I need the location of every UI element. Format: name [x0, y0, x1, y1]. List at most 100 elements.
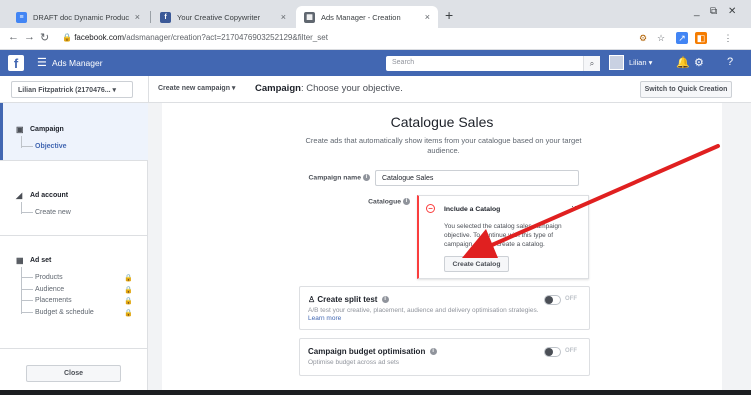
facebook-icon: f	[160, 11, 171, 23]
divider	[0, 348, 148, 349]
docs-icon: ≡	[16, 11, 27, 23]
address-bar-row: ← → ↻ 🔒 facebook.com/adsmanager/creation…	[0, 28, 751, 50]
url-field[interactable]: 🔒 facebook.com/adsmanager/creation?act=2…	[62, 33, 328, 42]
ad-set-icon: ▦	[16, 256, 24, 265]
avatar[interactable]	[609, 55, 624, 70]
budget-optimisation-description: Optimise budget across ad sets	[308, 359, 400, 366]
sidebar-section-label: Ad set	[30, 257, 52, 264]
budget-optimisation-title: Campaign budget optimisation i	[308, 347, 437, 356]
account-selector-label: Lilian Fitzpatrick (2170476...	[18, 87, 111, 94]
close-tab-icon[interactable]: ×	[281, 12, 286, 22]
info-icon[interactable]: i	[381, 296, 389, 304]
sidebar-item-label: Create new	[35, 209, 71, 216]
catalogue-label: Catalogue i	[322, 198, 410, 205]
browser-tab-strip: ≡ DRAFT doc Dynamic Product Ad × f Your …	[0, 0, 751, 28]
campaign-name-input[interactable]: Catalogue Sales	[375, 170, 579, 186]
bell-icon[interactable]: 🔔	[676, 56, 690, 69]
sidebar-item-label: Budget & schedule	[35, 309, 94, 316]
create-catalog-button[interactable]: Create Catalog	[444, 256, 509, 272]
app-title: Ads Manager	[52, 58, 103, 68]
toggle-knob	[545, 296, 553, 304]
split-test-title-text: Create split test	[317, 295, 378, 304]
lock-icon: 🔒	[124, 298, 133, 305]
sidebar-item-placements: Placements	[21, 297, 72, 304]
split-test-toggle[interactable]	[544, 295, 561, 305]
catalog-required-box: − Include a Catalog ··· You selected the…	[417, 195, 589, 279]
split-test-desc-text: A/B test your creative, placement, audie…	[308, 307, 539, 314]
search-input[interactable]: Search ⌕	[386, 56, 600, 71]
url-path: /adsmanager/creation?act=217047690325212…	[124, 33, 328, 42]
sidebar-section-label: Ad account	[30, 192, 69, 199]
tab-separator	[150, 11, 151, 23]
ads-manager-header: f ☰ Ads Manager Search ⌕ Lilian ▾ 🔔 ⚙ ?	[0, 50, 751, 76]
breadcrumb: Campaign: Choose your objective.	[255, 83, 403, 94]
lock-icon: 🔒	[124, 310, 133, 317]
info-icon[interactable]: i	[363, 174, 370, 181]
user-name[interactable]: Lilian ▾	[629, 58, 652, 67]
browser-tab-ads-manager[interactable]: ▦ Ads Manager - Creation ×	[296, 6, 438, 28]
catalogue-label-text: Catalogue	[368, 198, 401, 206]
sidebar-item-budget-schedule: Budget & schedule	[21, 309, 94, 316]
budget-optimisation-toggle[interactable]	[544, 347, 561, 357]
create-campaign-dropdown[interactable]: Create new campaign ▾	[158, 84, 235, 92]
sidebar-section-ad-account[interactable]: ◢ Ad account	[16, 191, 68, 200]
split-test-icon: ♙	[308, 295, 316, 304]
help-icon[interactable]: ?	[727, 56, 733, 68]
browser-tab-copywriter[interactable]: f Your Creative Copywriter ×	[152, 6, 294, 28]
creation-sidebar: ▣ Campaign Objective ◢ Ad account Create n…	[0, 103, 148, 390]
objective-description: Create ads that automatically show items…	[305, 136, 582, 155]
lock-icon: 🔒	[124, 275, 133, 282]
catalog-box-title: Include a Catalog	[444, 206, 501, 213]
browser-menu-icon[interactable]: ⋮	[722, 32, 734, 44]
sidebar-item-audience: Audience	[21, 286, 64, 293]
sidebar-item-label: Audience	[35, 286, 65, 293]
budget-optimisation-state: OFF	[565, 348, 577, 354]
browser-tab-docs[interactable]: ≡ DRAFT doc Dynamic Product Ad ×	[8, 6, 148, 28]
sidebar-item-create-new[interactable]: Create new	[21, 209, 71, 216]
close-tab-icon[interactable]: ×	[425, 12, 430, 22]
extension-icon[interactable]: ◧	[695, 32, 707, 44]
extension-icon[interactable]: ↗	[676, 32, 688, 44]
divider	[0, 160, 148, 161]
scrollbar[interactable]	[722, 103, 751, 390]
close-window-icon[interactable]: ✕	[728, 6, 736, 17]
objective-panel: Catalogue Sales Create ads that automati…	[162, 103, 722, 390]
budget-opt-title-text: Campaign budget optimisation	[308, 347, 426, 356]
close-button[interactable]: Close	[26, 365, 121, 382]
extension-icon[interactable]: ⚙	[637, 32, 649, 44]
switch-quick-creation-button[interactable]: Switch to Quick Creation	[640, 81, 732, 98]
breadcrumb-bold: Campaign	[255, 83, 301, 94]
creation-subheader: Lilian Fitzpatrick (2170476... ▾ Create …	[0, 76, 751, 103]
minimize-icon[interactable]: _	[694, 6, 700, 17]
sidebar-item-objective[interactable]: Objective	[21, 143, 67, 150]
facebook-logo-icon[interactable]: f	[8, 55, 24, 71]
back-icon[interactable]: ←	[8, 31, 19, 43]
restore-icon[interactable]: ⧉	[710, 6, 717, 17]
account-selector[interactable]: Lilian Fitzpatrick (2170476... ▾	[11, 81, 133, 98]
info-icon[interactable]: i	[403, 198, 410, 205]
reload-icon[interactable]: ↻	[40, 31, 49, 44]
split-test-description: A/B test your creative, placement, audie…	[308, 307, 540, 323]
info-icon[interactable]: i	[429, 348, 437, 356]
search-icon[interactable]: ⌕	[583, 56, 600, 71]
url-host: facebook.com	[74, 33, 124, 42]
close-tab-icon[interactable]: ×	[135, 12, 140, 22]
breadcrumb-rest: : Choose your objective.	[300, 83, 403, 94]
more-options-icon[interactable]: ···	[571, 201, 580, 211]
sidebar-section-campaign[interactable]: ▣ Campaign	[16, 125, 64, 134]
error-icon: −	[426, 204, 435, 213]
sidebar-item-products: Products	[21, 274, 63, 281]
campaign-icon: ▣	[16, 125, 24, 134]
learn-more-link[interactable]: Learn more	[308, 315, 341, 322]
search-placeholder: Search	[392, 59, 415, 66]
forward-icon[interactable]: →	[24, 31, 35, 43]
create-campaign-label: Create new campaign	[158, 85, 230, 92]
page-title: Catalogue Sales	[390, 114, 494, 130]
gear-icon[interactable]: ⚙	[694, 56, 704, 69]
new-tab-button[interactable]: +	[445, 7, 453, 23]
bookmark-star-icon[interactable]: ☆	[655, 32, 667, 44]
sidebar-section-ad-set[interactable]: ▦ Ad set	[16, 256, 51, 265]
split-test-state: OFF	[565, 296, 577, 302]
divider	[0, 235, 148, 236]
hamburger-menu-icon[interactable]: ☰	[37, 56, 47, 69]
